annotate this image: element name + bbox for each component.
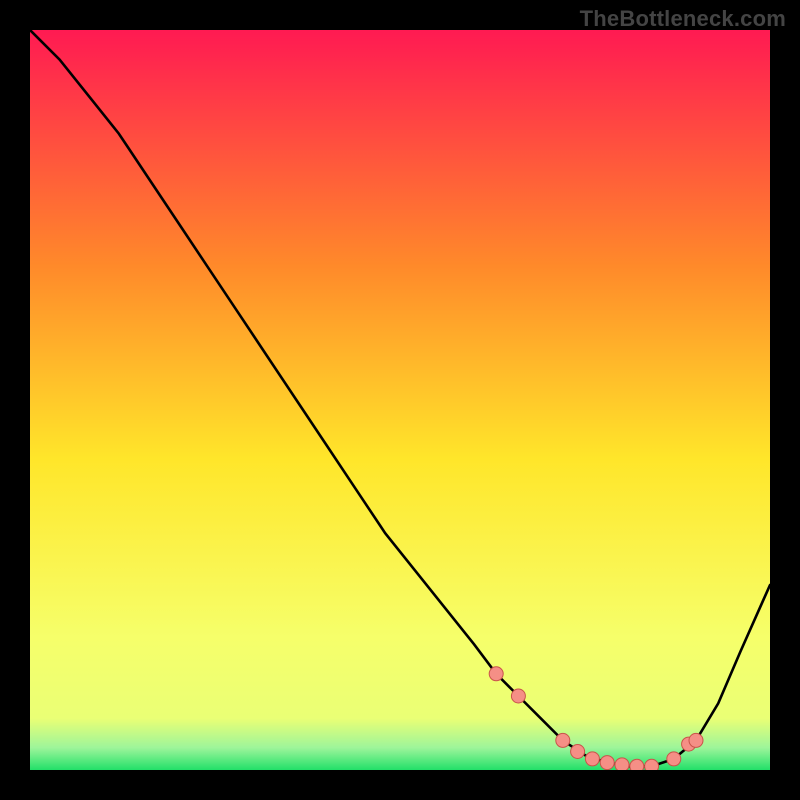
curve-marker: [511, 689, 525, 703]
curve-marker: [689, 733, 703, 747]
curve-marker: [556, 733, 570, 747]
gradient-background: [30, 30, 770, 770]
curve-marker: [667, 752, 681, 766]
curve-marker: [645, 759, 659, 770]
curve-marker: [489, 667, 503, 681]
curve-marker: [571, 745, 585, 759]
curve-marker: [630, 759, 644, 770]
curve-marker: [585, 752, 599, 766]
curve-marker: [615, 758, 629, 770]
watermark-label: TheBottleneck.com: [580, 6, 786, 32]
curve-marker: [600, 756, 614, 770]
chart-svg: [30, 30, 770, 770]
chart-frame: TheBottleneck.com: [0, 0, 800, 800]
plot-area: [30, 30, 770, 770]
